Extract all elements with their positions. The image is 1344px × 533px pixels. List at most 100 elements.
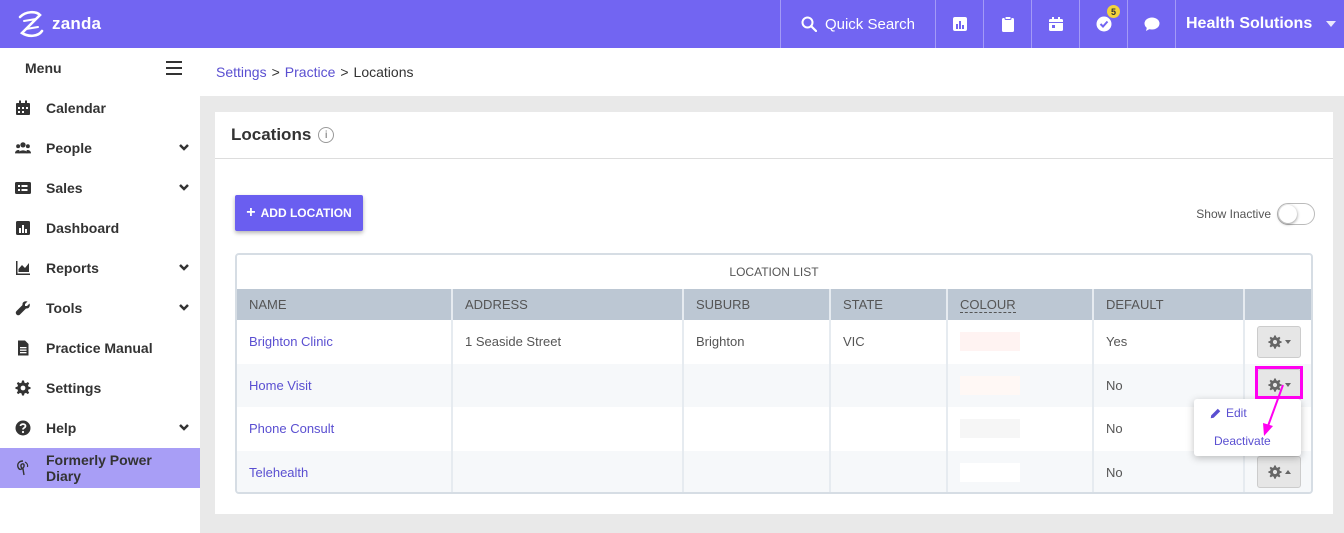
hamburger-icon[interactable]	[166, 61, 182, 75]
page-title-text: Locations	[231, 125, 312, 144]
reports-icon	[14, 259, 32, 277]
zanda-logo-icon	[18, 10, 44, 38]
chevron-down-icon	[178, 420, 190, 436]
breadcrumb-separator: >	[340, 64, 349, 80]
table-row: Telehealth No	[237, 450, 1311, 492]
suburb-cell: Brighton	[683, 320, 831, 364]
messages-button[interactable]	[1127, 0, 1175, 48]
sidebar-item-calendar[interactable]: Calendar	[0, 88, 200, 128]
sidebar-item-label: Tools	[46, 300, 83, 316]
sidebar-item-tools[interactable]: Tools	[0, 288, 200, 328]
top-bar: zanda Quick Search 5 Health Solutions	[0, 0, 1344, 48]
state-cell	[830, 450, 948, 492]
suburb-cell	[683, 407, 831, 451]
sidebar-item-settings[interactable]: Settings	[0, 368, 200, 408]
sidebar-item-help[interactable]: Help	[0, 408, 200, 448]
logo-text: zanda	[52, 14, 102, 33]
breadcrumb-practice-link[interactable]: Practice	[285, 64, 336, 80]
check-circle-icon	[1096, 16, 1111, 32]
colour-swatch	[960, 332, 1020, 352]
state-cell	[830, 363, 948, 407]
show-inactive-toggle[interactable]	[1277, 203, 1315, 225]
colour-cell	[947, 320, 1094, 364]
address-cell: 1 Seaside Street	[452, 320, 684, 364]
page-title: Locations i	[215, 112, 1333, 159]
gear-icon	[1267, 465, 1282, 479]
caret-down-icon	[1284, 339, 1291, 344]
column-header-address[interactable]: ADDRESS	[452, 289, 684, 320]
sidebar-item-reports[interactable]: Reports	[0, 248, 200, 288]
logo[interactable]: zanda	[0, 0, 780, 48]
add-location-label: ADD LOCATION	[260, 206, 352, 220]
sidebar-item-label: Formerly Power Diary	[46, 452, 152, 484]
column-header-state[interactable]: STATE	[830, 289, 948, 320]
location-name-link[interactable]: Brighton Clinic	[249, 334, 333, 349]
table-row: Phone Consult No	[237, 407, 1311, 451]
row-actions-button[interactable]	[1257, 456, 1301, 489]
actions-cell	[1244, 320, 1311, 364]
calendar-shortcut-button[interactable]	[1031, 0, 1079, 48]
row-actions-button[interactable]	[1257, 325, 1301, 358]
tasks-badge: 5	[1107, 5, 1120, 18]
column-header-colour[interactable]: COLOUR	[947, 289, 1094, 320]
power-diary-icon	[14, 459, 32, 477]
menu-label: Menu	[25, 60, 62, 76]
sidebar-item-label: Settings	[46, 380, 102, 396]
menu-header: Menu	[0, 48, 200, 88]
column-header-default[interactable]: DEFAULT	[1093, 289, 1245, 320]
location-name-link[interactable]: Phone Consult	[249, 421, 334, 436]
organization-switcher[interactable]: Health Solutions	[1175, 0, 1344, 48]
breadcrumb-current: Locations	[353, 64, 414, 80]
sidebar-item-formerly-power-diary[interactable]: Formerly Power Diary	[0, 448, 200, 488]
edit-menu-label: Edit	[1226, 406, 1247, 420]
address-cell	[452, 450, 684, 492]
location-name-cell: Telehealth	[237, 450, 453, 492]
wrench-icon	[14, 299, 32, 317]
table-row: Brighton Clinic 1 Seaside Street Brighto…	[237, 320, 1311, 364]
breadcrumb-separator: >	[271, 64, 280, 80]
sidebar-item-practice-manual[interactable]: Practice Manual	[0, 328, 200, 368]
location-name-link[interactable]: Telehealth	[249, 465, 308, 480]
tasks-button[interactable]: 5	[1079, 0, 1127, 48]
quick-search-button[interactable]: Quick Search	[780, 0, 935, 48]
deactivate-menu-item[interactable]: Deactivate	[1194, 427, 1301, 455]
location-name-cell: Brighton Clinic	[237, 320, 453, 364]
sidebar-item-dashboard[interactable]: Dashboard	[0, 208, 200, 248]
reports-shortcut-button[interactable]	[935, 0, 983, 48]
location-name-cell: Phone Consult	[237, 407, 453, 451]
sidebar-item-sales[interactable]: Sales	[0, 168, 200, 208]
address-cell	[452, 363, 684, 407]
column-header-actions	[1244, 289, 1311, 320]
chevron-down-icon	[178, 300, 190, 316]
info-icon[interactable]: i	[318, 127, 335, 143]
column-header-name[interactable]: NAME	[237, 289, 453, 320]
chevron-down-icon	[178, 260, 190, 276]
edit-menu-item[interactable]: Edit	[1194, 399, 1301, 427]
gear-icon	[14, 379, 32, 397]
sidebar-item-people[interactable]: People	[0, 128, 200, 168]
colour-swatch	[960, 462, 1020, 482]
caret-up-icon	[1284, 470, 1291, 475]
pencil-icon	[1210, 408, 1221, 418]
colour-swatch	[960, 419, 1020, 439]
actions-cell	[1244, 450, 1311, 492]
state-cell	[830, 407, 948, 451]
add-location-button[interactable]: + ADD LOCATION	[235, 195, 363, 231]
organization-name: Health Solutions	[1186, 15, 1313, 32]
column-header-suburb[interactable]: SUBURB	[683, 289, 831, 320]
chart-icon	[952, 17, 967, 31]
column-header-colour-label: COLOUR	[960, 297, 1016, 313]
breadcrumb-settings-link[interactable]: Settings	[216, 64, 267, 80]
suburb-cell	[683, 363, 831, 407]
location-name-link[interactable]: Home Visit	[249, 378, 312, 393]
sidebar-item-label: Reports	[46, 260, 99, 276]
calendar-icon	[14, 99, 32, 117]
chat-icon	[1144, 17, 1159, 31]
deactivate-menu-label: Deactivate	[1214, 434, 1271, 448]
sidebar-item-label: Sales	[46, 180, 83, 196]
clipboard-button[interactable]	[983, 0, 1031, 48]
location-name-cell: Home Visit	[237, 363, 453, 407]
document-icon	[14, 339, 32, 357]
search-icon	[801, 16, 817, 32]
table-header-row: NAME ADDRESS SUBURB STATE COLOUR DEFAULT	[237, 289, 1311, 320]
